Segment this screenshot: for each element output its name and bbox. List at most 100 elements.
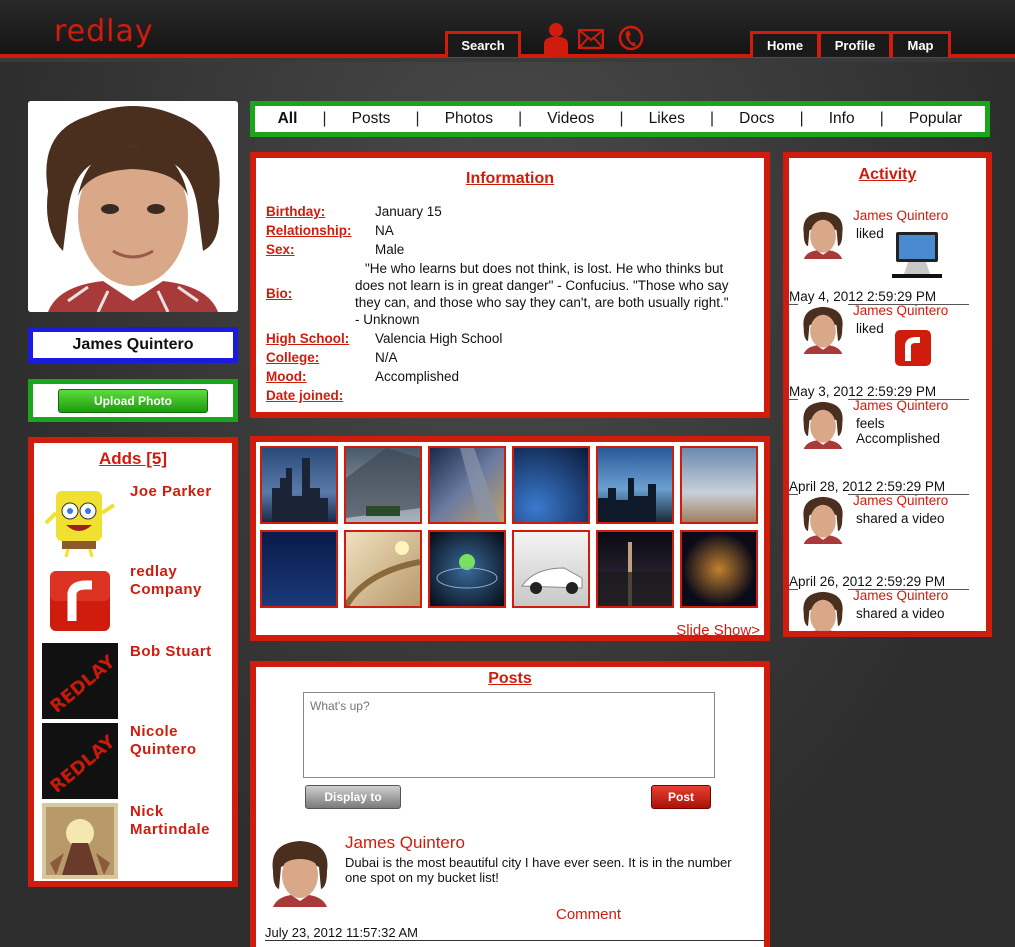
add-name[interactable]: Bob Stuart [130, 643, 212, 661]
add-avatar[interactable]: REDLAY [42, 643, 120, 719]
liked-item-thumbnail[interactable] [890, 228, 942, 285]
add-avatar[interactable] [42, 483, 118, 559]
display-to-button[interactable]: Display to [305, 785, 401, 809]
mail-icon[interactable] [577, 28, 605, 54]
add-name[interactable]: Nicole Quintero [130, 723, 232, 759]
mood-label[interactable]: Mood: [266, 369, 306, 384]
profile-photo[interactable] [28, 101, 238, 312]
gallery-photo[interactable] [680, 446, 758, 524]
post-button[interactable]: Post [651, 785, 711, 809]
gallery-photo[interactable] [680, 530, 758, 608]
tab-videos[interactable]: Videos [547, 110, 594, 128]
adds-panel: Adds [5] Joe Parker redlay Company REDLA… [28, 437, 238, 887]
bio-label[interactable]: Bio: [266, 286, 292, 301]
college-label[interactable]: College: [266, 350, 319, 365]
activity-avatar[interactable] [798, 208, 848, 260]
tab-separator: | [415, 110, 420, 127]
add-name[interactable]: redlay Company [130, 563, 232, 599]
tab-popular[interactable]: Popular [909, 110, 962, 128]
tab-separator: | [619, 110, 624, 127]
gallery-photo[interactable] [344, 446, 422, 524]
activity-user[interactable]: James Quintero [853, 398, 948, 413]
search-button[interactable]: Search [445, 31, 521, 57]
tab-docs[interactable]: Docs [739, 110, 774, 128]
activity-text: liked [856, 321, 884, 336]
filter-tab-bar: All | Posts | Photos | Videos | Likes | … [250, 101, 990, 137]
add-item[interactable]: REDLAY Bob Stuart [42, 643, 232, 719]
adds-title[interactable]: Adds [5] [34, 449, 232, 469]
activity-user[interactable]: James Quintero [853, 208, 948, 223]
gallery-photo[interactable] [512, 446, 590, 524]
profile-name: James Quintero [28, 327, 238, 363]
liked-item-thumbnail[interactable] [894, 329, 932, 372]
information-panel: Information Birthday: January 15 Relatio… [250, 152, 770, 418]
bio-value: "He who learns but does not think, is lo… [355, 261, 729, 327]
tab-posts[interactable]: Posts [352, 110, 391, 128]
add-avatar[interactable] [42, 803, 118, 879]
sex-label[interactable]: Sex: [266, 242, 295, 257]
post-avatar[interactable] [265, 837, 335, 907]
activity-item: James Quintero shared a video [798, 588, 978, 631]
add-item[interactable]: Joe Parker [42, 483, 232, 559]
information-title[interactable]: Information [256, 170, 764, 188]
status-input[interactable] [303, 692, 715, 778]
posts-panel: Posts Display to Post James Quintero Dub… [250, 661, 770, 947]
add-item[interactable]: Nick Martindale [42, 803, 232, 879]
slideshow-link[interactable]: Slide Show> [676, 622, 760, 639]
activity-title[interactable]: Activity [789, 166, 986, 184]
add-item[interactable]: REDLAY Nicole Quintero [42, 723, 232, 799]
nav-map[interactable]: Map [890, 31, 951, 57]
joined-label[interactable]: Date joined: [266, 388, 343, 403]
add-name[interactable]: Nick Martindale [130, 803, 232, 839]
add-name[interactable]: Joe Parker [130, 483, 212, 501]
gallery-photo[interactable] [596, 530, 674, 608]
birthday-label[interactable]: Birthday: [266, 204, 325, 219]
activity-avatar[interactable] [798, 493, 848, 545]
tab-info[interactable]: Info [829, 110, 855, 128]
tab-photos[interactable]: Photos [445, 110, 493, 128]
gallery-photo[interactable] [343, 530, 422, 608]
gallery-photo[interactable] [428, 446, 506, 524]
activity-avatar[interactable] [798, 398, 848, 450]
activity-user[interactable]: James Quintero [853, 303, 948, 318]
activity-avatar[interactable] [798, 588, 848, 631]
gallery-photo[interactable] [512, 530, 590, 608]
highschool-value: Valencia High School [375, 331, 503, 346]
tab-separator: | [879, 110, 884, 127]
upload-photo-box: Upload Photo [28, 379, 238, 422]
gallery-photo[interactable] [428, 530, 506, 608]
posts-title[interactable]: Posts [256, 670, 764, 688]
add-item[interactable]: redlay Company [42, 563, 232, 639]
activity-panel: Activity James Quintero liked May 4, 201… [783, 152, 992, 637]
highschool-label[interactable]: High School: [266, 331, 349, 346]
gallery-photo[interactable] [260, 446, 338, 524]
activity-user[interactable]: James Quintero [853, 493, 948, 508]
relationship-value: NA [375, 223, 394, 238]
gallery-photo[interactable] [596, 446, 674, 524]
birthday-value: January 15 [375, 204, 442, 219]
nav-home[interactable]: Home [750, 31, 820, 57]
photo-gallery: Slide Show> [250, 436, 770, 641]
activity-text: liked [856, 226, 884, 241]
post-author[interactable]: James Quintero [345, 833, 465, 853]
add-avatar[interactable]: REDLAY [42, 723, 120, 799]
logo[interactable]: redlay [54, 14, 154, 49]
top-bar: redlay Search Home Profile Map [0, 0, 1015, 58]
tab-all[interactable]: All [278, 110, 298, 128]
tab-likes[interactable]: Likes [649, 110, 685, 128]
comment-link[interactable]: Comment [556, 906, 621, 923]
gallery-photo[interactable] [260, 530, 338, 608]
upload-photo-button[interactable]: Upload Photo [58, 388, 208, 413]
activity-avatar[interactable] [798, 303, 848, 355]
add-avatar[interactable] [42, 563, 118, 639]
relationship-label[interactable]: Relationship: [266, 223, 352, 238]
tab-separator: | [322, 110, 327, 127]
college-value: N/A [375, 350, 398, 365]
activity-user[interactable]: James Quintero [853, 588, 948, 603]
nav-profile[interactable]: Profile [818, 31, 892, 57]
post-text: Dubai is the most beautiful city I have … [345, 855, 732, 885]
person-icon[interactable] [542, 22, 570, 59]
activity-text: shared a video [856, 511, 945, 526]
phone-icon[interactable] [618, 22, 644, 59]
post-date: July 23, 2012 11:57:32 AM [265, 925, 765, 941]
